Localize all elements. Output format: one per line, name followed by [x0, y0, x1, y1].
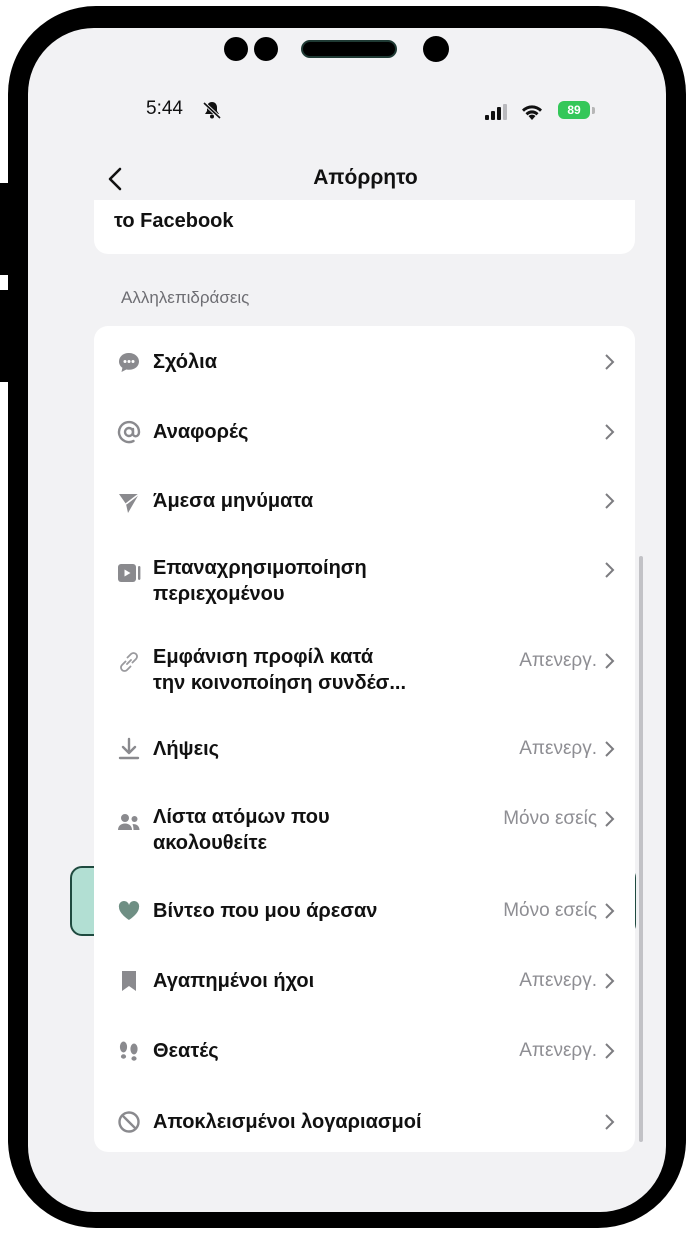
chevron-right-icon	[605, 973, 615, 989]
row-label: Αναφορές	[153, 421, 249, 443]
row-value: Απενεργ.	[519, 650, 597, 671]
page-title: Απόρρητο	[313, 166, 418, 189]
interactions-card: Σχόλια Αναφορές Άμεσα μηνύματα Επαναχρησ…	[94, 326, 635, 1152]
row-value: Απενεργ.	[519, 738, 597, 759]
row-value: Απενεργ.	[519, 970, 597, 991]
scrollbar[interactable]	[639, 556, 643, 1142]
status-bar: 5:44 89	[82, 70, 649, 140]
row-content-reuse[interactable]: Επαναχρησιμοποίηση περιεχομένου	[94, 552, 635, 612]
facebook-card-label: το Facebook	[114, 210, 234, 232]
row-label: Λίστα ατόμων που ακολουθείτε	[153, 806, 330, 854]
chevron-right-icon	[605, 903, 615, 919]
chevron-right-icon	[605, 811, 615, 827]
row-viewers[interactable]: Θεατές Απενεργ.	[94, 1031, 635, 1071]
speaker-pill	[301, 40, 397, 58]
row-value: Απενεργ.	[519, 1040, 597, 1061]
row-blocked-accounts[interactable]: Αποκλεισμένοι λογαριασμοί	[94, 1102, 635, 1142]
bell-off-icon	[202, 101, 222, 120]
row-label: Βίντεο που μου άρεσαν	[153, 900, 378, 922]
at-icon	[117, 420, 141, 444]
row-label: Άμεσα μηνύματα	[153, 490, 314, 512]
row-comments[interactable]: Σχόλια	[94, 342, 635, 382]
chevron-right-icon	[605, 562, 615, 578]
comment-icon	[119, 353, 139, 372]
row-value: Μόνο εσείς	[503, 900, 597, 921]
row-direct-messages[interactable]: Άμεσα μηνύματα	[94, 481, 635, 521]
chevron-right-icon	[605, 1114, 615, 1130]
row-label: Αποκλεισμένοι λογαριασμοί	[153, 1111, 422, 1133]
chevron-right-icon	[605, 741, 615, 757]
section-label: Αλληλεπιδράσεις	[121, 288, 250, 307]
row-liked-videos[interactable]: Βίντεο που μου άρεσαν Μόνο εσείς	[94, 891, 635, 931]
row-label: Σχόλια	[153, 351, 217, 373]
wifi-icon	[522, 105, 542, 120]
bookmark-icon	[122, 971, 136, 991]
battery-indicator: 89	[558, 101, 590, 119]
chevron-right-icon	[605, 653, 615, 669]
row-label: Επαναχρησιμοποίηση περιεχομένου	[153, 557, 367, 605]
footprints-icon	[119, 1041, 138, 1061]
chevron-right-icon	[605, 354, 615, 370]
people-icon	[118, 814, 140, 830]
row-downloads[interactable]: Λήψεις Απενεργ.	[94, 729, 635, 769]
chevron-right-icon	[605, 493, 615, 509]
row-mentions[interactable]: Αναφορές	[94, 412, 635, 452]
heart-icon	[118, 901, 140, 920]
row-label: Αγαπημένοι ήχοι	[153, 970, 315, 992]
camera-dot	[224, 37, 248, 61]
row-favorite-sounds[interactable]: Αγαπημένοι ήχοι Απενεργ.	[94, 961, 635, 1001]
facebook-card[interactable]: το Facebook	[94, 200, 635, 254]
download-icon	[118, 737, 140, 760]
front-camera	[423, 36, 449, 62]
chevron-right-icon	[605, 1043, 615, 1059]
row-following-list[interactable]: Λίστα ατόμων που ακολουθείτε Μόνο εσείς	[94, 801, 635, 861]
chevron-right-icon	[605, 424, 615, 440]
row-label: Θεατές	[153, 1040, 219, 1062]
blocked-icon	[118, 1111, 140, 1133]
reuse-video-icon	[118, 564, 141, 582]
row-label: Λήψεις	[153, 738, 220, 760]
row-label: Εμφάνιση προφίλ κατά την κοινοποίηση συν…	[153, 646, 407, 694]
status-time: 5:44	[146, 98, 183, 119]
camera-dot	[254, 37, 278, 61]
send-icon	[119, 493, 140, 513]
row-profile-link-sharing[interactable]: Εμφάνιση προφίλ κατά την κοινοποίηση συν…	[94, 641, 635, 701]
row-value: Μόνο εσείς	[503, 808, 597, 829]
signal-icon	[485, 104, 507, 120]
battery-tip	[592, 107, 595, 114]
link-icon	[120, 652, 138, 672]
